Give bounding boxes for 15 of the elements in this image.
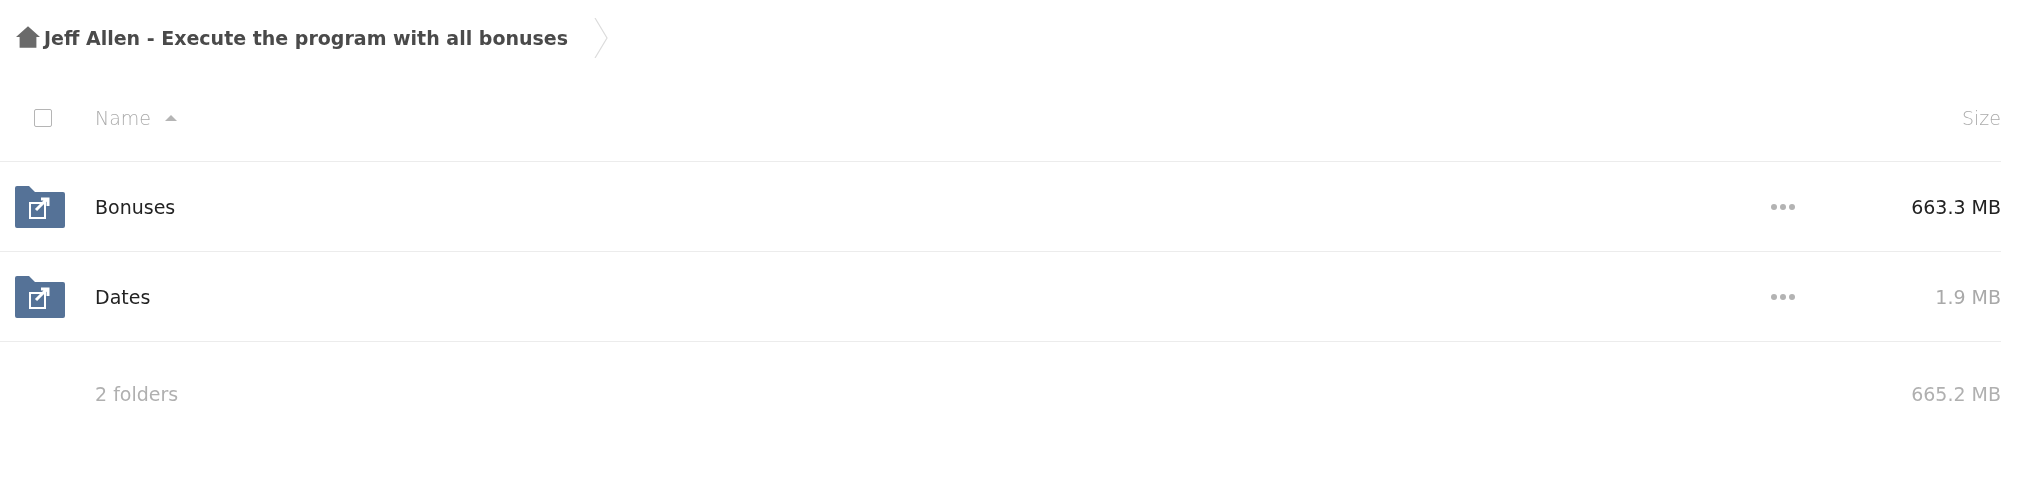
file-size: 1.9 MB	[1935, 285, 2001, 308]
breadcrumb-link[interactable]: Jeff Allen - Execute the program with all bonuses	[44, 26, 594, 49]
file-name-link[interactable]: Bonuses	[95, 195, 176, 218]
sort-arrow-icon	[165, 115, 178, 121]
file-name-link[interactable]: Dates	[95, 285, 151, 308]
more-options-icon[interactable]	[1771, 203, 1795, 210]
shared-folder-icon	[15, 275, 65, 318]
chevron-icon	[594, 17, 608, 58]
shared-folder-icon	[15, 185, 65, 228]
file-size: 663.3 MB	[1911, 195, 2001, 218]
select-all-checkbox[interactable]	[34, 109, 52, 127]
home-link[interactable]	[16, 25, 40, 48]
total-size: 665.2 MB	[1911, 383, 2001, 405]
more-options-icon[interactable]	[1771, 293, 1795, 300]
folder-count: 2 folders	[95, 383, 179, 405]
